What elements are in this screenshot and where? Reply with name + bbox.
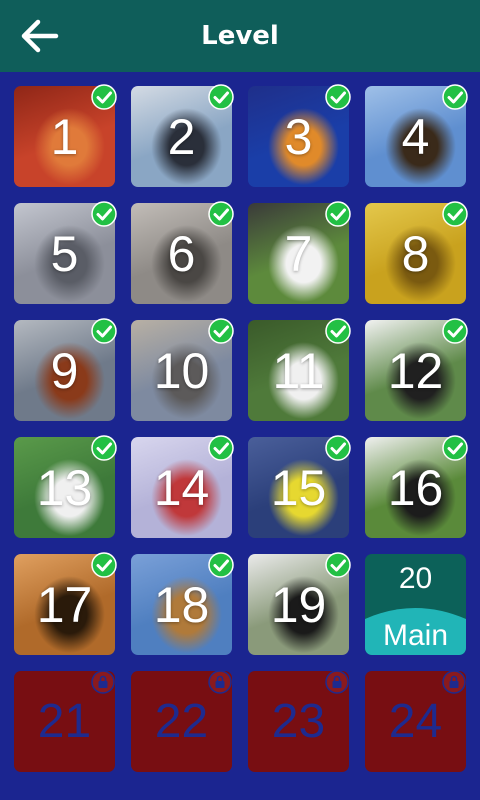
checkmark-icon xyxy=(442,318,468,344)
checkmark-icon xyxy=(325,201,351,227)
level-tile-3[interactable]: 3 xyxy=(248,84,351,187)
checkmark-icon xyxy=(325,552,351,578)
level-tile-6[interactable]: 6 xyxy=(131,201,234,304)
level-tile-locked-24[interactable]: 24 xyxy=(365,670,466,772)
level-grid: 1 2 3 4 5 6 7 8 9 10 11 12 13 14 15 16 17 18 19 20 Main 21 22 2… xyxy=(14,84,468,772)
level-tile-19[interactable]: 19 xyxy=(248,552,351,655)
level-tile-locked-21[interactable]: 21 xyxy=(14,670,115,772)
level-tile-locked-23[interactable]: 23 xyxy=(248,670,349,772)
checkmark-icon xyxy=(208,84,234,110)
level-tile-17[interactable]: 17 xyxy=(14,552,117,655)
level-tile-current[interactable]: 20 Main xyxy=(365,554,466,655)
checkmark-icon xyxy=(208,552,234,578)
checkmark-icon xyxy=(91,435,117,461)
checkmark-icon xyxy=(442,435,468,461)
main-label: Main xyxy=(382,619,449,652)
lock-icon xyxy=(208,670,232,694)
page-title: Level xyxy=(201,21,279,51)
level-tile-14[interactable]: 14 xyxy=(131,435,234,538)
level-tile-12[interactable]: 12 xyxy=(365,318,468,421)
checkmark-icon xyxy=(325,435,351,461)
checkmark-icon xyxy=(442,84,468,110)
level-tile-locked-22[interactable]: 22 xyxy=(131,670,232,772)
checkmark-icon xyxy=(208,318,234,344)
top-app-bar: Level xyxy=(0,0,480,72)
level-tile-7[interactable]: 7 xyxy=(248,201,351,304)
level-tile-13[interactable]: 13 xyxy=(14,435,117,538)
checkmark-icon xyxy=(91,84,117,110)
level-tile-1[interactable]: 1 xyxy=(14,84,117,187)
level-tile-16[interactable]: 16 xyxy=(365,435,468,538)
level-tile-10[interactable]: 10 xyxy=(131,318,234,421)
level-tile-4[interactable]: 4 xyxy=(365,84,468,187)
level-tile-15[interactable]: 15 xyxy=(248,435,351,538)
lock-icon xyxy=(442,670,466,694)
checkmark-icon xyxy=(442,201,468,227)
level-tile-18[interactable]: 18 xyxy=(131,552,234,655)
checkmark-icon xyxy=(91,552,117,578)
level-tile-2[interactable]: 2 xyxy=(131,84,234,187)
level-tile-11[interactable]: 11 xyxy=(248,318,351,421)
lock-icon xyxy=(325,670,349,694)
checkmark-icon xyxy=(91,318,117,344)
level-tile-8[interactable]: 8 xyxy=(365,201,468,304)
level-tile-9[interactable]: 9 xyxy=(14,318,117,421)
level-number: 20 xyxy=(398,562,433,595)
checkmark-icon xyxy=(208,435,234,461)
checkmark-icon xyxy=(325,318,351,344)
checkmark-icon xyxy=(208,201,234,227)
lock-icon xyxy=(91,670,115,694)
checkmark-icon xyxy=(325,84,351,110)
checkmark-icon xyxy=(91,201,117,227)
level-tile-5[interactable]: 5 xyxy=(14,201,117,304)
